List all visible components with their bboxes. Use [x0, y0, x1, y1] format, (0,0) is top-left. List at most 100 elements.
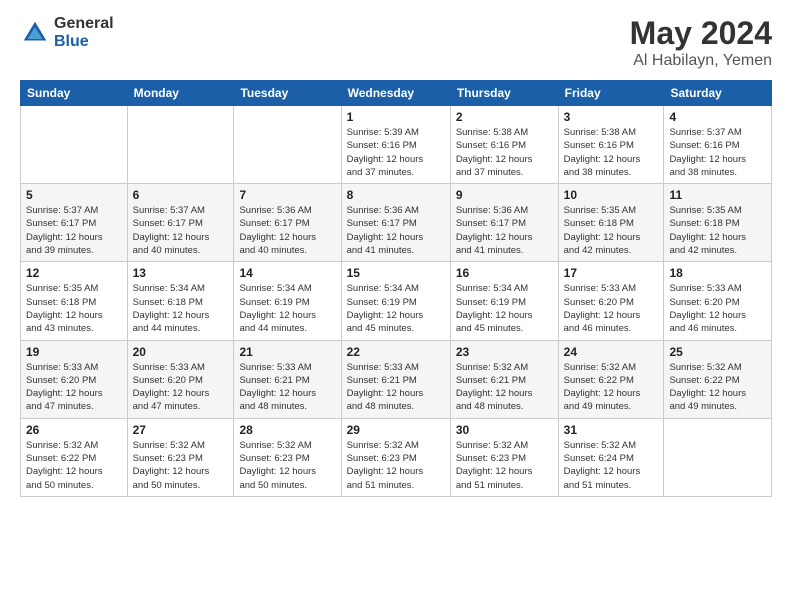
calendar-location: Al Habilayn, Yemen [630, 52, 772, 70]
calendar-cell: 21Sunrise: 5:33 AM Sunset: 6:21 PM Dayli… [234, 340, 341, 418]
day-info: Sunrise: 5:32 AM Sunset: 6:23 PM Dayligh… [133, 439, 229, 492]
day-info: Sunrise: 5:35 AM Sunset: 6:18 PM Dayligh… [26, 282, 122, 335]
day-number: 6 [133, 188, 229, 202]
day-info: Sunrise: 5:32 AM Sunset: 6:24 PM Dayligh… [564, 439, 659, 492]
calendar-cell: 1 Sunrise: 5:39 AM Sunset: 6:16 PM Daylig… [341, 106, 450, 184]
day-info: Sunrise: 5:39 AM Sunset: 6:16 PM Dayligh… [347, 126, 445, 179]
day-info: Sunrise: 5:33 AM Sunset: 6:20 PM Dayligh… [564, 282, 659, 335]
calendar-cell: 19Sunrise: 5:33 AM Sunset: 6:20 PM Dayli… [21, 340, 128, 418]
calendar-week-row: 1 Sunrise: 5:39 AM Sunset: 6:16 PM Daylig… [21, 106, 772, 184]
calendar-cell [234, 106, 341, 184]
weekday-header-wednesday: Wednesday [341, 81, 450, 106]
calendar-cell: 20 Sunrise: 5:33 AM Sunset: 6:20 PM Dayli… [127, 340, 234, 418]
day-info: Sunrise: 5:35 AM Sunset: 6:18 PM Dayligh… [669, 204, 766, 257]
day-number: 20 [133, 345, 229, 359]
day-info: Sunrise: 5:36 AM Sunset: 6:17 PM Dayligh… [456, 204, 553, 257]
day-info: Sunrise: 5:36 AM Sunset: 6:17 PM Dayligh… [239, 204, 335, 257]
day-number: 31 [564, 423, 659, 437]
day-info: Sunrise: 5:37 AM Sunset: 6:17 PM Dayligh… [26, 204, 122, 257]
calendar-cell: 9 Sunrise: 5:36 AM Sunset: 6:17 PM Daylig… [450, 184, 558, 262]
weekday-header-sunday: Sunday [21, 81, 128, 106]
weekday-header-tuesday: Tuesday [234, 81, 341, 106]
day-number: 22 [347, 345, 445, 359]
day-number: 10 [564, 188, 659, 202]
day-info: Sunrise: 5:33 AM Sunset: 6:21 PM Dayligh… [347, 361, 445, 414]
title-block: May 2024 Al Habilayn, Yemen [630, 15, 772, 70]
calendar-table: SundayMondayTuesdayWednesdayThursdayFrid… [20, 80, 772, 497]
day-info: Sunrise: 5:34 AM Sunset: 6:19 PM Dayligh… [239, 282, 335, 335]
calendar-week-row: 26 Sunrise: 5:32 AM Sunset: 6:22 PM Dayli… [21, 418, 772, 496]
day-number: 8 [347, 188, 445, 202]
header: General Blue May 2024 Al Habilayn, Yemen [20, 15, 772, 70]
calendar-cell: 26 Sunrise: 5:32 AM Sunset: 6:22 PM Dayli… [21, 418, 128, 496]
calendar-cell [127, 106, 234, 184]
calendar-cell: 10Sunrise: 5:35 AM Sunset: 6:18 PM Dayli… [558, 184, 664, 262]
day-number: 14 [239, 266, 335, 280]
calendar-cell: 24 Sunrise: 5:32 AM Sunset: 6:22 PM Dayli… [558, 340, 664, 418]
calendar-cell: 15Sunrise: 5:34 AM Sunset: 6:19 PM Dayli… [341, 262, 450, 340]
calendar-cell: 30Sunrise: 5:32 AM Sunset: 6:23 PM Dayli… [450, 418, 558, 496]
logo-icon [20, 18, 50, 48]
calendar-cell: 23 Sunrise: 5:32 AM Sunset: 6:21 PM Dayli… [450, 340, 558, 418]
logo-general-text: General [54, 15, 114, 33]
calendar-cell: 3Sunrise: 5:38 AM Sunset: 6:16 PM Daylig… [558, 106, 664, 184]
day-number: 9 [456, 188, 553, 202]
weekday-header-thursday: Thursday [450, 81, 558, 106]
day-number: 4 [669, 110, 766, 124]
calendar-cell: 12Sunrise: 5:35 AM Sunset: 6:18 PM Dayli… [21, 262, 128, 340]
day-info: Sunrise: 5:32 AM Sunset: 6:22 PM Dayligh… [669, 361, 766, 414]
day-info: Sunrise: 5:37 AM Sunset: 6:17 PM Dayligh… [133, 204, 229, 257]
day-info: Sunrise: 5:32 AM Sunset: 6:22 PM Dayligh… [564, 361, 659, 414]
calendar-cell: 25Sunrise: 5:32 AM Sunset: 6:22 PM Dayli… [664, 340, 772, 418]
day-number: 16 [456, 266, 553, 280]
calendar-week-row: 19Sunrise: 5:33 AM Sunset: 6:20 PM Dayli… [21, 340, 772, 418]
page: General Blue May 2024 Al Habilayn, Yemen… [0, 0, 792, 512]
day-info: Sunrise: 5:34 AM Sunset: 6:18 PM Dayligh… [133, 282, 229, 335]
day-info: Sunrise: 5:34 AM Sunset: 6:19 PM Dayligh… [456, 282, 553, 335]
day-number: 3 [564, 110, 659, 124]
day-info: Sunrise: 5:36 AM Sunset: 6:17 PM Dayligh… [347, 204, 445, 257]
calendar-title: May 2024 [630, 15, 772, 52]
calendar-cell: 2 Sunrise: 5:38 AM Sunset: 6:16 PM Daylig… [450, 106, 558, 184]
weekday-header-saturday: Saturday [664, 81, 772, 106]
calendar-cell: 5 Sunrise: 5:37 AM Sunset: 6:17 PM Daylig… [21, 184, 128, 262]
calendar-week-row: 12Sunrise: 5:35 AM Sunset: 6:18 PM Dayli… [21, 262, 772, 340]
day-info: Sunrise: 5:32 AM Sunset: 6:23 PM Dayligh… [239, 439, 335, 492]
day-number: 13 [133, 266, 229, 280]
calendar-cell: 17Sunrise: 5:33 AM Sunset: 6:20 PM Dayli… [558, 262, 664, 340]
weekday-header-monday: Monday [127, 81, 234, 106]
calendar-header-row: SundayMondayTuesdayWednesdayThursdayFrid… [21, 81, 772, 106]
calendar-cell: 16 Sunrise: 5:34 AM Sunset: 6:19 PM Dayli… [450, 262, 558, 340]
calendar-cell: 27 Sunrise: 5:32 AM Sunset: 6:23 PM Dayli… [127, 418, 234, 496]
logo-blue-text: Blue [54, 33, 114, 51]
logo-text: General Blue [54, 15, 114, 50]
day-info: Sunrise: 5:37 AM Sunset: 6:16 PM Dayligh… [669, 126, 766, 179]
calendar-cell: 29Sunrise: 5:32 AM Sunset: 6:23 PM Dayli… [341, 418, 450, 496]
day-info: Sunrise: 5:32 AM Sunset: 6:21 PM Dayligh… [456, 361, 553, 414]
day-info: Sunrise: 5:32 AM Sunset: 6:22 PM Dayligh… [26, 439, 122, 492]
calendar-cell: 13 Sunrise: 5:34 AM Sunset: 6:18 PM Dayli… [127, 262, 234, 340]
day-number: 27 [133, 423, 229, 437]
day-info: Sunrise: 5:33 AM Sunset: 6:20 PM Dayligh… [669, 282, 766, 335]
calendar-cell: 18Sunrise: 5:33 AM Sunset: 6:20 PM Dayli… [664, 262, 772, 340]
day-number: 11 [669, 188, 766, 202]
day-number: 2 [456, 110, 553, 124]
day-number: 26 [26, 423, 122, 437]
calendar-cell: 6 Sunrise: 5:37 AM Sunset: 6:17 PM Daylig… [127, 184, 234, 262]
day-number: 28 [239, 423, 335, 437]
calendar-cell: 7Sunrise: 5:36 AM Sunset: 6:17 PM Daylig… [234, 184, 341, 262]
day-info: Sunrise: 5:33 AM Sunset: 6:20 PM Dayligh… [133, 361, 229, 414]
day-number: 23 [456, 345, 553, 359]
day-number: 21 [239, 345, 335, 359]
calendar-cell: 31 Sunrise: 5:32 AM Sunset: 6:24 PM Dayli… [558, 418, 664, 496]
day-number: 5 [26, 188, 122, 202]
day-number: 1 [347, 110, 445, 124]
calendar-cell: 8 Sunrise: 5:36 AM Sunset: 6:17 PM Daylig… [341, 184, 450, 262]
day-info: Sunrise: 5:38 AM Sunset: 6:16 PM Dayligh… [456, 126, 553, 179]
day-number: 24 [564, 345, 659, 359]
calendar-cell: 14 Sunrise: 5:34 AM Sunset: 6:19 PM Dayli… [234, 262, 341, 340]
calendar-cell: 28 Sunrise: 5:32 AM Sunset: 6:23 PM Dayli… [234, 418, 341, 496]
day-info: Sunrise: 5:32 AM Sunset: 6:23 PM Dayligh… [456, 439, 553, 492]
day-info: Sunrise: 5:32 AM Sunset: 6:23 PM Dayligh… [347, 439, 445, 492]
day-info: Sunrise: 5:34 AM Sunset: 6:19 PM Dayligh… [347, 282, 445, 335]
